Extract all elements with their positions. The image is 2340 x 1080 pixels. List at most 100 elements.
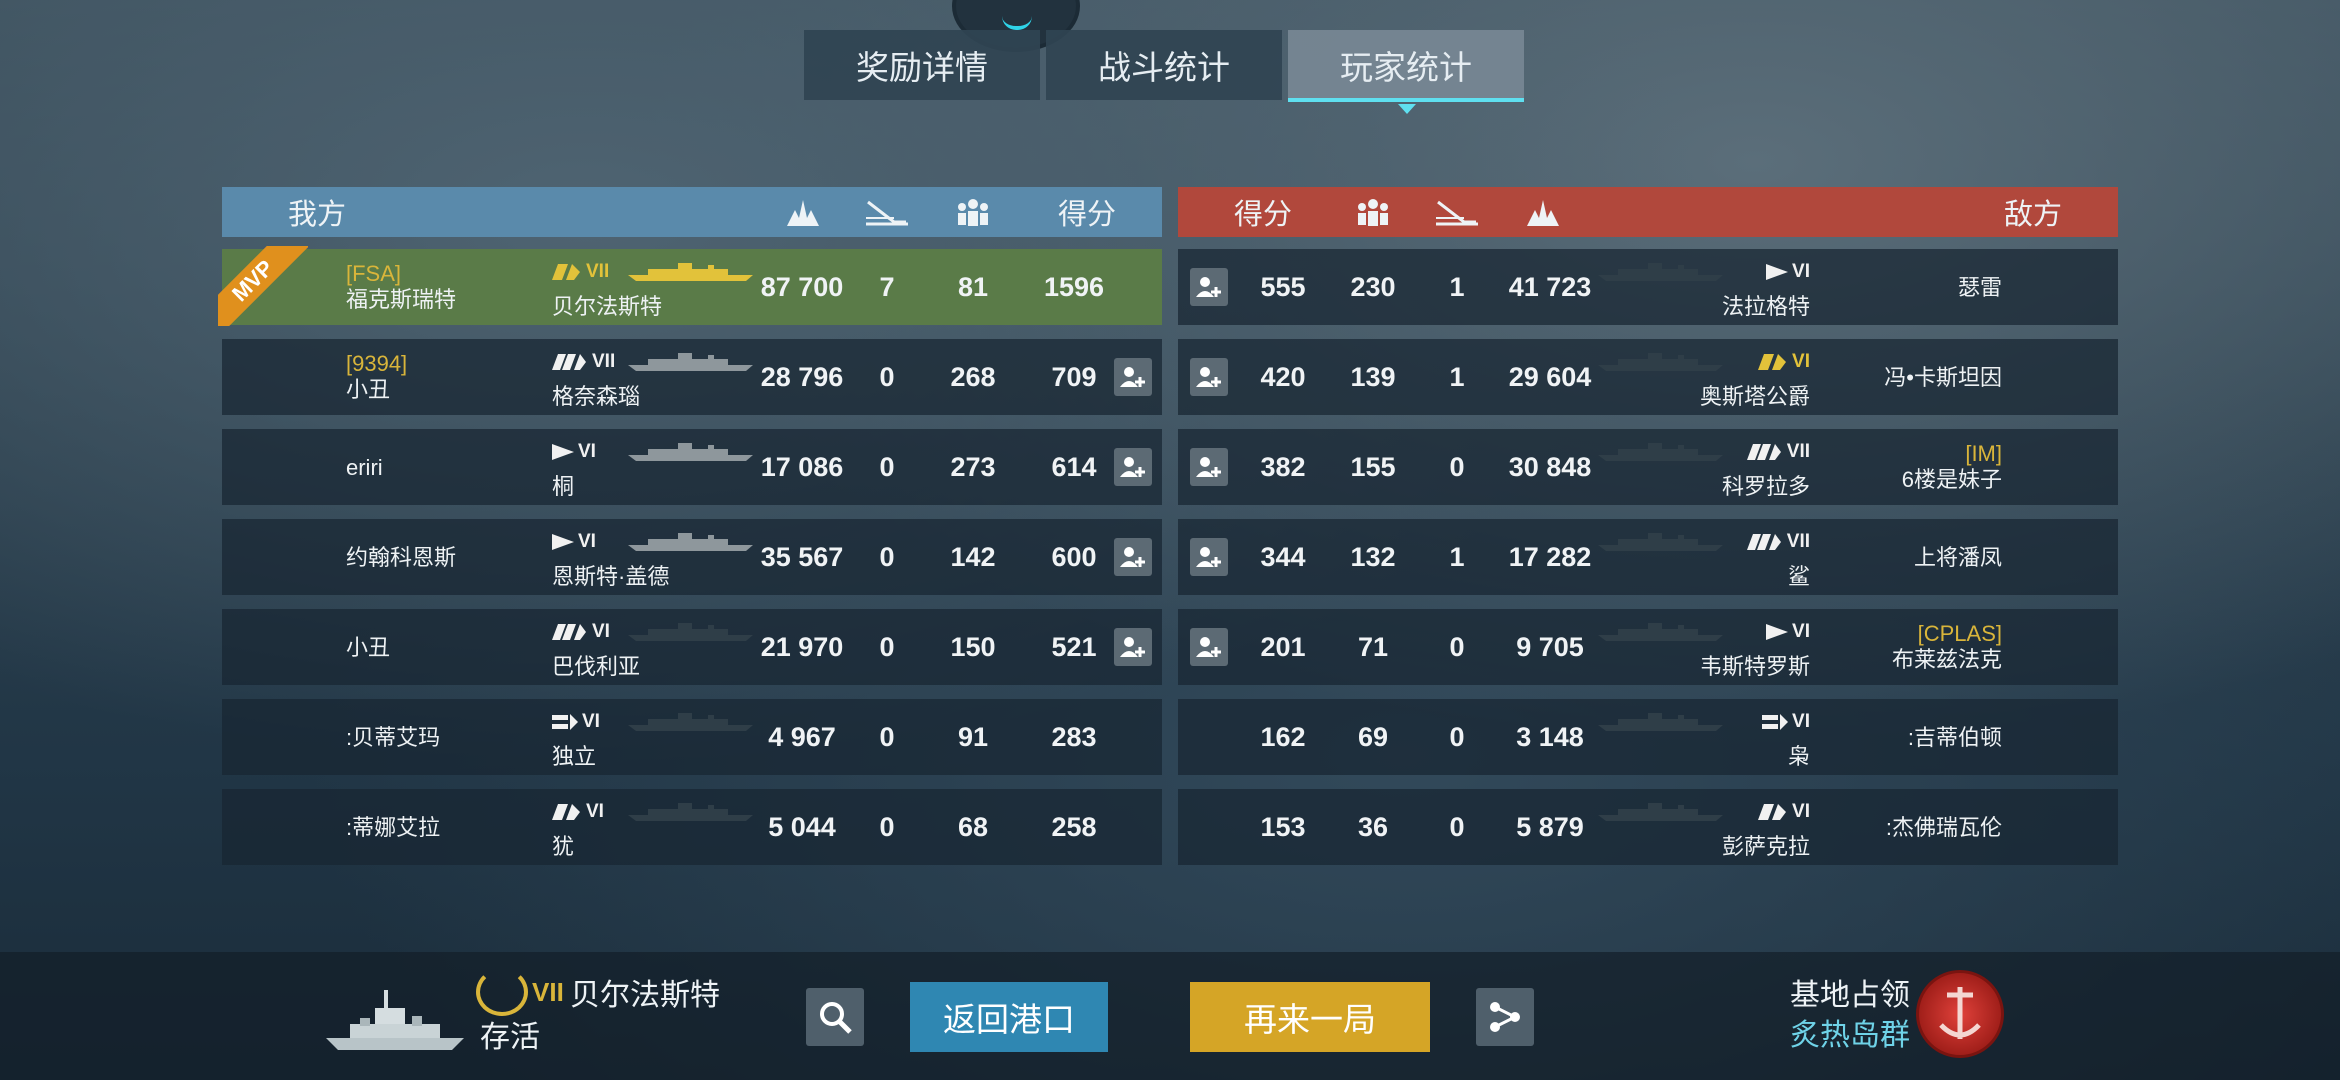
damage-value: 28 796 <box>760 361 844 392</box>
score-value: 521 <box>1051 631 1097 662</box>
ship-tier: VI <box>1726 351 1810 373</box>
tier-label: VII <box>592 351 616 372</box>
damage-value: 3 148 <box>1516 721 1584 752</box>
add-friend-button[interactable] <box>1190 358 1228 396</box>
ally-player-row[interactable]: :蒂娜艾拉 VI 犹 5 044 0 68 258 <box>222 789 1162 865</box>
tab-battle-stats[interactable]: 战斗统计 <box>1046 30 1282 100</box>
ship-name: 科罗拉多 <box>1721 474 1810 499</box>
enemy-player-row[interactable]: 344 132 1 17 282 VII 鲨 上将潘凤 <box>1178 519 2118 595</box>
spotting-icon <box>948 187 998 237</box>
kills-value: 7 <box>879 271 895 302</box>
player-name-block: 小丑 <box>346 635 390 661</box>
add-friend-button[interactable] <box>1190 268 1228 306</box>
add-friend-button[interactable] <box>1114 448 1152 486</box>
ally-team-label: 我方 <box>288 199 347 231</box>
tab-bar: 奖励详情 战斗统计 玩家统计 <box>804 30 1524 114</box>
ship-tier: VI <box>1726 261 1810 283</box>
return-to-port-button[interactable]: 返回港口 <box>910 982 1108 1052</box>
spotted-value: 142 <box>950 541 996 572</box>
spotted-value: 230 <box>1350 271 1396 302</box>
share-button[interactable] <box>1476 988 1534 1046</box>
add-friend-button[interactable] <box>1190 538 1228 576</box>
ship-tier-label: VII <box>532 976 564 1007</box>
player-name: :蒂娜艾拉 <box>346 815 441 840</box>
ship-tier: VI <box>1726 711 1810 733</box>
ally-player-row[interactable]: 约翰科恩斯 VI 恩斯特·盖德 35 567 0 142 600 <box>222 519 1162 595</box>
tier-label: VI <box>1792 261 1810 282</box>
play-again-button[interactable]: 再来一局 <box>1190 982 1430 1052</box>
kills-value: 0 <box>879 451 895 482</box>
score-value: 600 <box>1051 541 1097 572</box>
tab-rewards[interactable]: 奖励详情 <box>804 30 1040 100</box>
add-friend-icon <box>1120 637 1145 657</box>
enemy-player-row[interactable]: 162 69 0 3 148 VI 枭:吉蒂伯顿 <box>1178 699 2118 775</box>
damage-value: 4 967 <box>768 721 836 752</box>
tier-label: VI <box>586 801 604 822</box>
ship-silhouette-icon <box>628 353 753 371</box>
add-friend-button[interactable] <box>1190 448 1228 486</box>
damage-value: 17 086 <box>760 451 844 482</box>
player-name: 上将潘凤 <box>1913 545 2002 570</box>
ship-silhouette-icon <box>628 803 753 821</box>
ship-name: 法拉格特 <box>1721 294 1810 319</box>
player-name-block: :贝蒂艾玛 <box>346 725 440 751</box>
player-name-block: eriri <box>346 455 383 481</box>
damage-value: 5 879 <box>1516 811 1584 842</box>
enemy-player-row[interactable]: 201 71 0 9 705 VI 韦斯特罗斯 [CPLAS] 布莱兹法克 <box>1178 609 2118 685</box>
ally-player-row[interactable]: MVP [FSA] 福克斯瑞特 VII 贝尔法斯特 87 700 7 81 1596 <box>218 246 1162 326</box>
ship-name: 犹 <box>552 834 575 859</box>
ally-player-row[interactable]: eriri VI 桐 17 086 0 273 614 <box>222 429 1162 505</box>
player-name: 小丑 <box>346 377 391 402</box>
ally-player-row[interactable]: :贝蒂艾玛 VI 独立 4 967 0 91 283 <box>222 699 1162 775</box>
ship-name: 彭萨克拉 <box>1721 834 1810 859</box>
mode-emblem-icon <box>1916 970 2004 1058</box>
tier-label: VI <box>1792 711 1810 732</box>
player-name-block: 冯•卡斯坦因 <box>1878 365 2002 391</box>
tier-label: VI <box>592 621 610 642</box>
ally-player-row[interactable]: [9394] 小丑 VII 格奈森瑙 28 796 0 268 709 <box>222 339 1162 415</box>
player-name: 冯•卡斯坦因 <box>1884 365 2002 390</box>
score-value: 201 <box>1260 631 1306 662</box>
tab-player-stats[interactable]: 玩家统计 <box>1288 30 1524 114</box>
add-friend-icon <box>1196 547 1221 567</box>
add-friend-button[interactable] <box>1190 628 1228 666</box>
player-name-block: [CPLAS] 布莱兹法克 <box>1878 621 2002 673</box>
tier-label: VII <box>1786 441 1810 462</box>
score-value: 614 <box>1051 451 1097 482</box>
enemy-player-row[interactable]: 555 230 1 41 723 VI 法拉格特 瑟雷 <box>1178 249 2118 325</box>
kills-value: 1 <box>1449 271 1465 302</box>
tier-label: VII <box>586 261 610 282</box>
add-friend-button[interactable] <box>1114 538 1152 576</box>
player-name-block: :蒂娜艾拉 <box>346 815 440 841</box>
kills-icon <box>1432 187 1482 237</box>
spotting-icon <box>1348 187 1398 237</box>
add-friend-button[interactable] <box>1114 628 1152 666</box>
ship-name: 独立 <box>552 744 597 769</box>
ship-tier: VII <box>1726 441 1810 463</box>
ship-name: 奥斯塔公爵 <box>1699 384 1810 409</box>
spotted-value: 81 <box>957 271 989 302</box>
ally-header: 我方 得分 <box>222 187 1162 237</box>
spotted-value: 68 <box>957 811 989 842</box>
ship-name: 恩斯特·盖德 <box>552 564 670 589</box>
enemy-player-row[interactable]: 382 155 0 30 848 VII 科罗拉多 [IM] 6楼是妹子 <box>1178 429 2118 505</box>
ally-player-row[interactable]: 小丑 VI 巴伐利亚 21 970 0 150 521 <box>222 609 1162 685</box>
score-value: 258 <box>1051 811 1097 842</box>
ship-tier: VII <box>552 351 615 373</box>
bottom-bar: VII 贝尔法斯特 存活 返回港口 再来一局 基地占领 炙热岛群 <box>0 952 2340 1080</box>
player-name: :贝蒂艾玛 <box>346 725 441 750</box>
enemy-player-row[interactable]: 420 139 1 29 604 VI 奥斯塔公爵 冯•卡斯坦因 <box>1178 339 2118 415</box>
laurel-icon <box>476 968 528 1016</box>
damage-value: 21 970 <box>760 631 844 662</box>
add-friend-button[interactable] <box>1114 358 1152 396</box>
ship-name: 巴伐利亚 <box>552 654 641 679</box>
share-icon <box>1490 1002 1520 1032</box>
kills-value: 0 <box>1449 631 1465 662</box>
enemy-player-row[interactable]: 153 36 0 5 879 VI 彭萨克拉:杰佛瑞瓦伦 <box>1178 789 2118 865</box>
damage-value: 35 567 <box>760 541 844 572</box>
score-value: 382 <box>1260 451 1306 482</box>
add-friend-icon <box>1196 457 1221 477</box>
tier-label: VI <box>1792 801 1810 822</box>
kills-value: 0 <box>879 631 895 662</box>
search-button[interactable] <box>806 988 864 1046</box>
